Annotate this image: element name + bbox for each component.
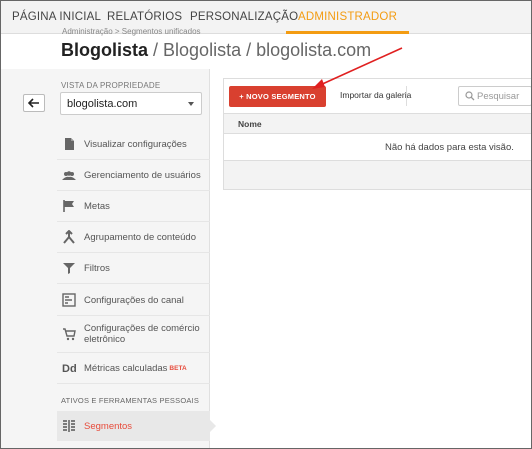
svg-text:Dd: Dd: [62, 363, 77, 375]
tab-personalizacao[interactable]: PERSONALIZAÇÃO: [190, 0, 298, 34]
search-placeholder: Pesquisar: [477, 91, 520, 102]
sidebar-item-channel-settings[interactable]: Configurações do canal: [57, 284, 210, 316]
active-indicator: [210, 420, 216, 432]
sidebar-item-view-settings[interactable]: Visualizar configurações: [57, 128, 210, 160]
sidebar-item-label: Filtros: [84, 263, 110, 274]
sidebar-item-label: Gerenciamento de usuários: [84, 170, 201, 181]
document-icon: [65, 138, 74, 150]
calculated-metrics-icon: Dd: [62, 363, 77, 375]
empty-message: Não há dados para esta visão.: [385, 142, 514, 153]
sidebar-item-ecommerce-settings[interactable]: Configurações de comércio eletrônico: [57, 316, 210, 353]
sidebar-item-goals[interactable]: Metas: [57, 191, 210, 222]
sidebar-item-filters[interactable]: Filtros: [57, 253, 210, 284]
cart-icon: [63, 328, 76, 341]
users-icon: [62, 171, 76, 180]
sidebar-item-label: Métricas calculadas BETA: [84, 363, 187, 374]
column-header-name[interactable]: Nome: [238, 119, 262, 129]
section-label: ATIVOS E FERRAMENTAS PESSOAIS: [61, 396, 200, 405]
sidebar-item-calculated-metrics[interactable]: Dd Métricas calculadas BETA: [57, 353, 210, 384]
sidebar-item-label: Configurações de comércio eletrônico: [84, 323, 200, 345]
filter-icon: [63, 263, 75, 274]
breadcrumb[interactable]: Administração > Segmentos unificados: [62, 27, 201, 36]
annotation-arrow-icon: [312, 47, 403, 89]
channel-settings-icon: [62, 293, 76, 307]
property-select[interactable]: blogolista.com: [60, 92, 202, 115]
page-title-main: Blogolista: [61, 40, 149, 60]
table-header: Nome: [224, 114, 532, 134]
sidebar-item-label: Agrupamento de conteúdo: [84, 232, 196, 243]
search-input[interactable]: Pesquisar: [458, 86, 532, 106]
table-empty-row: Não há dados para esta visão.: [224, 134, 531, 161]
beta-badge: BETA: [169, 365, 187, 372]
back-button[interactable]: [23, 94, 45, 112]
chevron-down-icon: [188, 102, 194, 106]
sidebar-item-label: Visualizar configurações: [84, 139, 187, 150]
property-select-value: blogolista.com: [67, 98, 138, 110]
segments-icon: [63, 420, 75, 432]
segments-table: Nome Não há dados para esta visão.: [223, 114, 532, 190]
arrow-left-icon: [27, 98, 39, 108]
table-footer: [224, 161, 531, 189]
sidebar-item-content-grouping[interactable]: Agrupamento de conteúdo: [57, 222, 210, 253]
content-grouping-icon: [63, 230, 75, 244]
sidebar-item-label-text: Métricas calculadas: [84, 363, 168, 374]
flag-icon: [63, 200, 74, 212]
sidebar-item-label: Segmentos: [84, 421, 133, 432]
tab-administrador[interactable]: ADMINISTRADOR: [286, 0, 410, 34]
sidebar-item-label: Metas: [84, 201, 110, 212]
sidebar-item-segments[interactable]: Segmentos: [57, 411, 210, 441]
property-label: VISTA DA PROPRIEDADE: [61, 81, 161, 90]
sidebar-item-label: Configurações do canal: [84, 295, 184, 306]
sidebar-item-user-management[interactable]: Gerenciamento de usuários: [57, 160, 210, 191]
search-icon: [465, 91, 475, 101]
